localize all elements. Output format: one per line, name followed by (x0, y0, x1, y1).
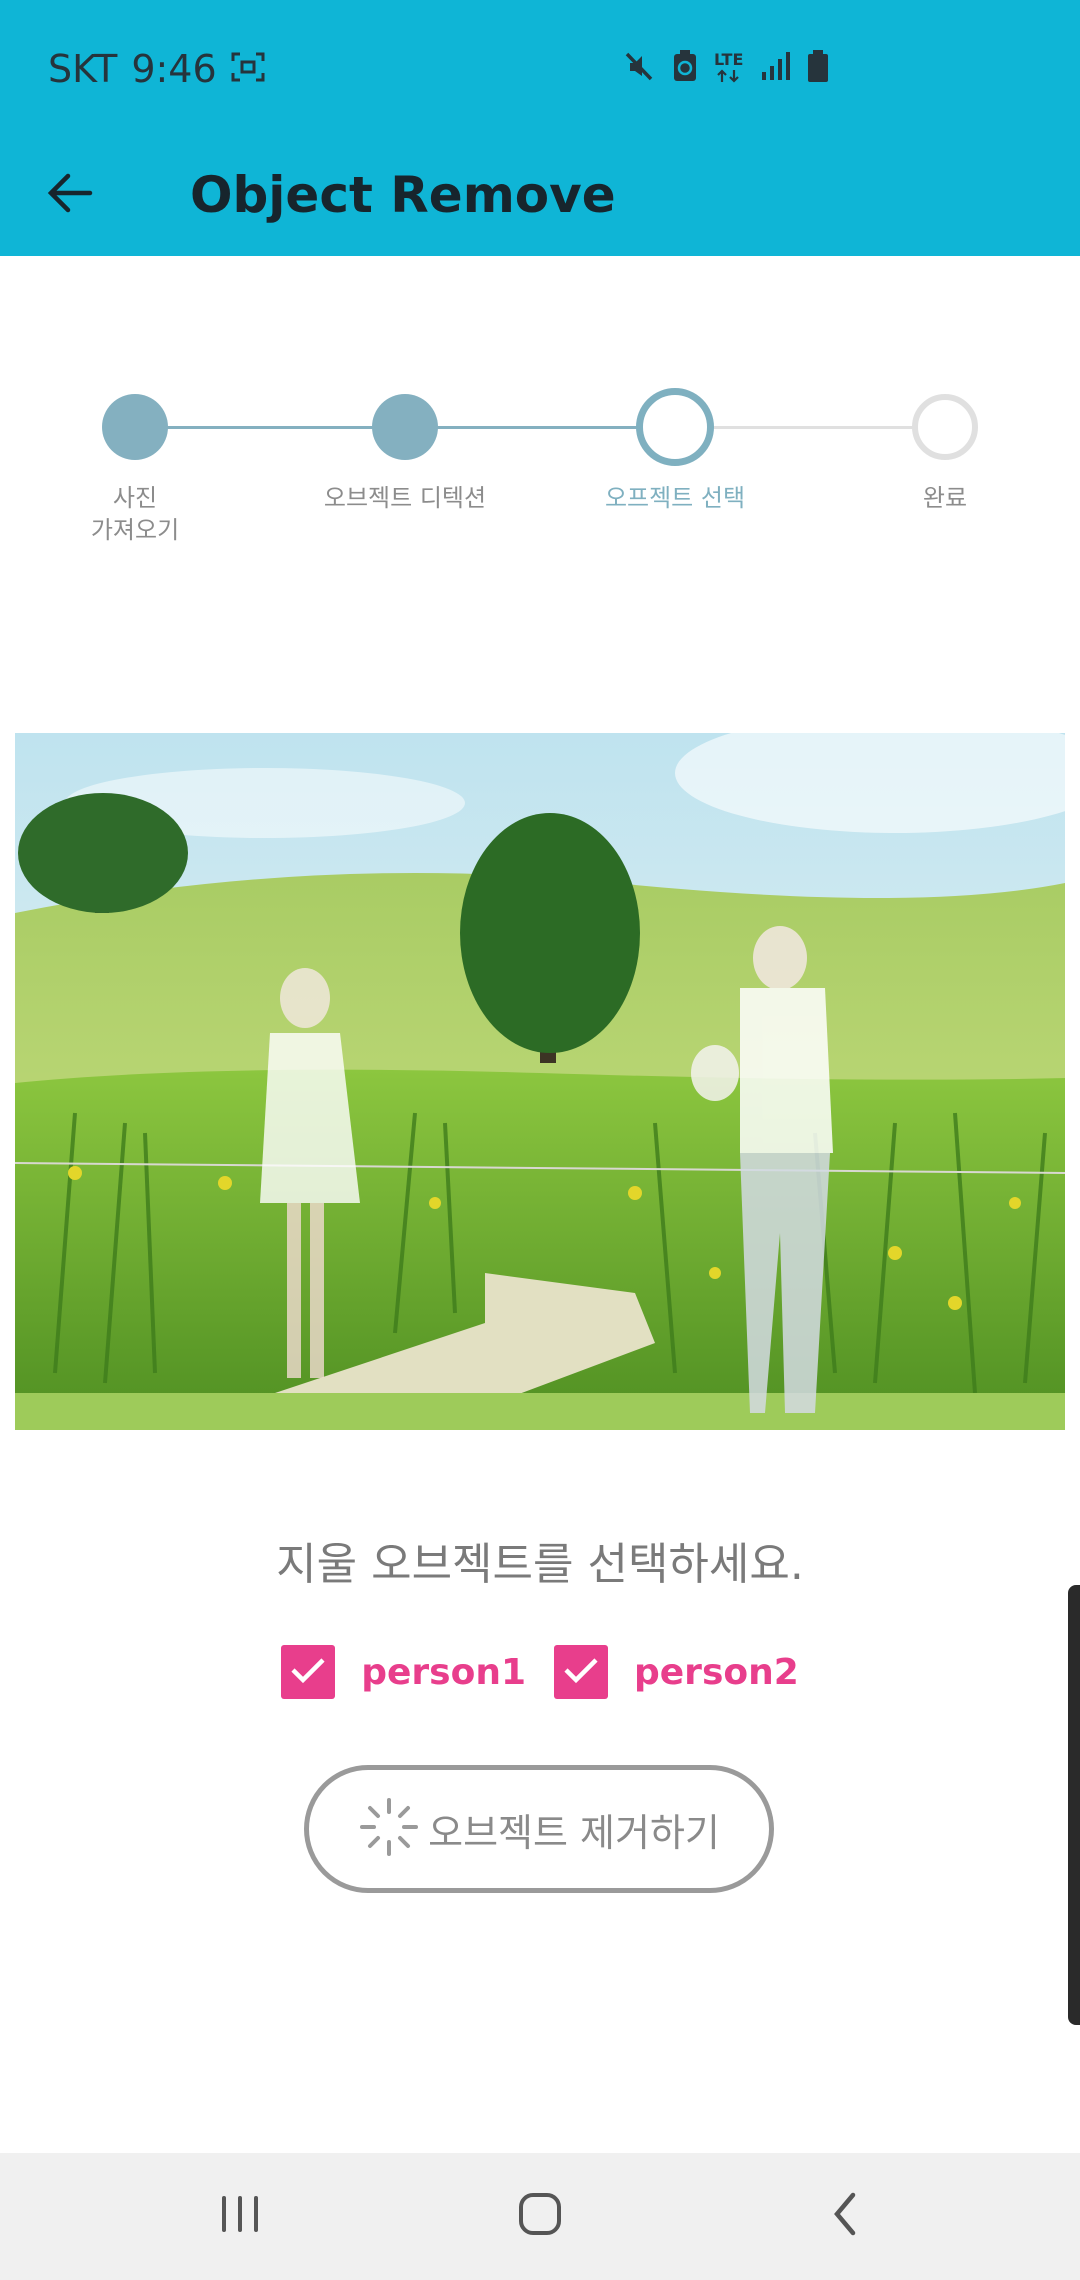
status-bar: SKT 9:46 LTE (0, 0, 1080, 134)
recent-apps-icon (218, 2194, 262, 2238)
mute-icon (622, 49, 656, 87)
home-button[interactable] (490, 2181, 590, 2251)
checkmark-icon (289, 1655, 327, 1689)
home-icon (517, 2191, 563, 2241)
step-1-indicator (102, 394, 168, 460)
recent-apps-button[interactable] (190, 2181, 290, 2251)
person1-checkbox[interactable] (281, 1645, 336, 1699)
back-icon (829, 2191, 861, 2241)
progress-stepper: 사진 가져오기 오브젝트 디텍션 오프젝트 선택 완료 (0, 256, 1080, 586)
remove-object-button[interactable]: 오브젝트 제거하기 (304, 1765, 774, 1893)
object-checklist: person1 person2 (0, 1644, 1080, 1700)
step-3-indicator (636, 388, 714, 466)
clock-label: 9:46 (131, 47, 217, 91)
spinner-icon (358, 1796, 420, 1862)
carrier-label: SKT (48, 47, 118, 91)
step-4-indicator (912, 394, 978, 460)
person1-label[interactable]: person1 (361, 1652, 526, 1693)
step-2-indicator (372, 394, 438, 460)
instruction-text: 지울 오브젝트를 선택하세요. (276, 1539, 804, 1590)
system-nav-bar (0, 2153, 1080, 2280)
person2-checkbox[interactable] (554, 1645, 608, 1699)
remove-button-label: 오브젝트 제거하기 (428, 1810, 720, 1855)
status-left: SKT 9:46 (48, 44, 265, 94)
battery-icon (807, 49, 829, 87)
edge-panel-handle[interactable] (1068, 1585, 1080, 2025)
screenshot-icon (231, 47, 265, 91)
page-title: Object Remove (190, 166, 616, 224)
lte-icon: LTE (714, 52, 743, 84)
person2-label[interactable]: person2 (634, 1652, 799, 1693)
step-connector-1 (135, 426, 405, 429)
preview-photo[interactable] (15, 733, 1065, 1430)
object-option-person1[interactable]: person1 (281, 1645, 526, 1699)
back-button[interactable] (30, 158, 110, 232)
status-right: LTE (622, 46, 829, 90)
step-2-label: 오브젝트 디텍션 (323, 484, 487, 512)
step-3-label: 오프젝트 선택 (604, 484, 746, 512)
system-back-button[interactable] (795, 2181, 895, 2251)
object-option-person2[interactable]: person2 (554, 1645, 799, 1699)
step-1-label: 사진 가져오기 (90, 484, 180, 544)
step-4-label: 완료 (922, 484, 968, 512)
step-connector-2 (405, 426, 675, 429)
arrow-left-icon (46, 172, 94, 218)
battery-saver-icon (672, 49, 698, 87)
signal-icon (759, 50, 791, 86)
checkmark-icon (562, 1655, 600, 1689)
app-bar: Object Remove (0, 134, 1080, 256)
step-connector-3 (675, 426, 945, 429)
